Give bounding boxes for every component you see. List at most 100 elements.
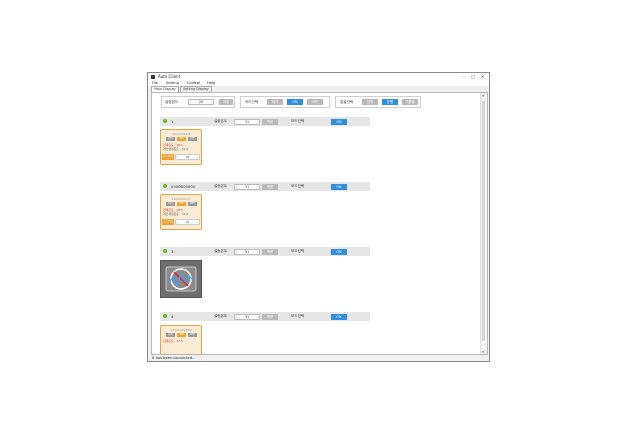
zone-header: 4 설정온도 ‹ 31 › 적용 모드선택 ON (160, 312, 370, 321)
status-dot (163, 119, 167, 123)
zone-header: 2300000000 설정온도 ‹ 31 › 적용 모드선택 ON (160, 182, 370, 191)
zone-temp-label: 설정온도 (214, 314, 228, 318)
batch-all-button[interactable]: 전체 (362, 99, 378, 105)
scroll-down-icon[interactable]: ▼ (482, 350, 484, 354)
footer-value: 31 (186, 220, 190, 224)
decrement-icon[interactable]: ‹ (177, 220, 178, 225)
personal-set-temp: 개인설정온도 : 31.0 (163, 212, 189, 216)
tag-on[interactable]: ON (177, 333, 186, 337)
main-display-panel: 설정온도 ‹ 20 › 적용 모드선택 대기 ON OFF 일괄선택 전체 운행… (151, 92, 488, 355)
zone-temp-value: 31 (244, 249, 250, 254)
scroll-up-icon[interactable]: ▲ (482, 93, 484, 97)
zone-mode-label: 모드선택 (291, 184, 305, 188)
zone-temp-stepper[interactable]: ‹ 31 › (234, 118, 260, 125)
tag-on[interactable]: ON (177, 137, 186, 141)
batch-run-button[interactable]: 운행 (382, 99, 398, 105)
device-id: 2300000123 (171, 197, 191, 201)
device-card[interactable]: 02116362HE3 대기 ON OFF 현재온도 : 22.5 (160, 325, 202, 354)
close-button[interactable]: ✕ (481, 74, 484, 79)
tag-standby[interactable]: 대기 (166, 202, 175, 206)
zone-temp-stepper[interactable]: ‹ 31 › (234, 313, 260, 320)
zone-header: 3 설정온도 ‹ 31 › 적용 모드선택 ON (160, 247, 370, 256)
zone-apply-button[interactable]: 적용 (262, 183, 278, 190)
zone-mode-label: 모드선택 (291, 119, 305, 123)
menu-file[interactable]: File (152, 81, 158, 85)
maximize-button[interactable]: □ (471, 74, 475, 79)
menu-setting[interactable]: Setting (166, 81, 179, 85)
tag-standby[interactable]: 대기 (166, 137, 175, 141)
batch-label: 일괄선택 (340, 100, 354, 104)
tag-on[interactable]: ON (177, 202, 186, 206)
temp-stepper[interactable]: ‹ 20 › (188, 99, 214, 105)
mode-standby-button[interactable]: 대기 (267, 99, 283, 105)
status-dot (163, 249, 167, 253)
status-dot (163, 314, 167, 318)
device-id: 40242362M (172, 132, 190, 136)
vertical-scrollbar[interactable]: ▲ ▼ (480, 93, 487, 354)
zone-apply-button[interactable]: 적용 (262, 313, 278, 320)
footer-value: 31 (186, 155, 190, 159)
temp-group: 설정온도 ‹ 20 › 적용 (161, 96, 235, 108)
zone-temp-label: 설정온도 (214, 249, 228, 253)
mode-group: 모드선택 대기 ON OFF (240, 96, 330, 108)
batch-group: 일괄선택 전체 운행 그룹별 (335, 96, 421, 108)
current-temp: 현재온도 : 22.5 (163, 339, 183, 343)
menu-control[interactable]: Control (187, 81, 200, 85)
batch-group-button[interactable]: 그룹별 (402, 99, 418, 105)
zone-name: 4 (171, 314, 174, 319)
menu-help[interactable]: Help (207, 81, 215, 85)
zone-temp-value: 31 (244, 184, 250, 189)
app-icon (151, 74, 155, 79)
zone-mode-label: 모드선택 (291, 249, 305, 253)
zone-temp-stepper[interactable]: ‹ 31 › (234, 248, 260, 255)
device-id: 02116362HE3 (170, 328, 192, 332)
footer-label: 온도설정 (162, 219, 174, 225)
zone-header: 1 설정온도 ‹ 31 › 적용 모드선택 ON (160, 117, 370, 126)
increment-icon[interactable]: › (197, 220, 198, 225)
tag-off[interactable]: OFF (188, 202, 197, 206)
mode-off-button[interactable]: OFF (307, 99, 323, 105)
zone-name: 1 (171, 119, 174, 124)
increment-icon[interactable]: › (257, 185, 258, 190)
device-card[interactable]: 2300000123 대기 ON OFF 현재온도 : 28.5 개인설정온도 … (160, 194, 202, 230)
zone-temp-value: 31 (244, 314, 250, 319)
footer-stepper[interactable]: ‹ 31 › (175, 219, 200, 225)
tag-off[interactable]: OFF (188, 137, 197, 141)
increment-icon[interactable]: › (257, 315, 258, 320)
status-bar: It has been connected... (148, 355, 489, 361)
zone-apply-button[interactable]: 적용 (262, 248, 278, 255)
disconnected-sensor-icon[interactable] (160, 260, 202, 298)
mode-label: 모드선택 (245, 100, 259, 104)
temp-label: 설정온도 (165, 100, 179, 104)
card-footer: 온도설정 ‹ 31 › (162, 154, 200, 160)
footer-label: 온도설정 (162, 154, 174, 160)
zone-mode-label: 모드선택 (291, 314, 305, 318)
zone-mode-on-button[interactable]: ON (331, 248, 347, 255)
temp-value: 20 (198, 100, 204, 104)
personal-set-temp: 개인설정온도 : 31.0 (163, 147, 189, 151)
status-dot (163, 184, 167, 188)
zone-mode-on-button[interactable]: ON (331, 118, 347, 125)
decrement-icon[interactable]: ‹ (177, 155, 178, 160)
zone-name: 2300000000 (171, 184, 196, 189)
footer-stepper[interactable]: ‹ 31 › (175, 154, 200, 160)
mode-on-button[interactable]: ON (287, 99, 303, 105)
sensor-graphic (165, 266, 197, 292)
minimize-button[interactable]: – (463, 74, 465, 79)
increment-icon[interactable]: › (257, 120, 258, 125)
scroll-thumb[interactable] (482, 101, 485, 341)
zone-temp-stepper[interactable]: ‹ 31 › (234, 183, 260, 190)
zone-apply-button[interactable]: 적용 (262, 118, 278, 125)
zone-temp-label: 설정온도 (214, 184, 228, 188)
device-card[interactable]: 40242362M 대기 ON OFF 현재온도 : 28.5 개인설정온도 :… (160, 129, 202, 165)
increment-icon[interactable]: › (211, 100, 212, 105)
temp-apply-button[interactable]: 적용 (219, 99, 233, 105)
increment-icon[interactable]: › (197, 155, 198, 160)
tag-off[interactable]: OFF (188, 333, 197, 337)
tag-standby[interactable]: 대기 (166, 333, 175, 337)
increment-icon[interactable]: › (257, 250, 258, 255)
window-title: Auto Client (158, 74, 181, 79)
zone-mode-on-button[interactable]: ON (331, 313, 347, 320)
zone-mode-on-button[interactable]: ON (331, 183, 347, 190)
zone-name: 3 (171, 249, 174, 254)
